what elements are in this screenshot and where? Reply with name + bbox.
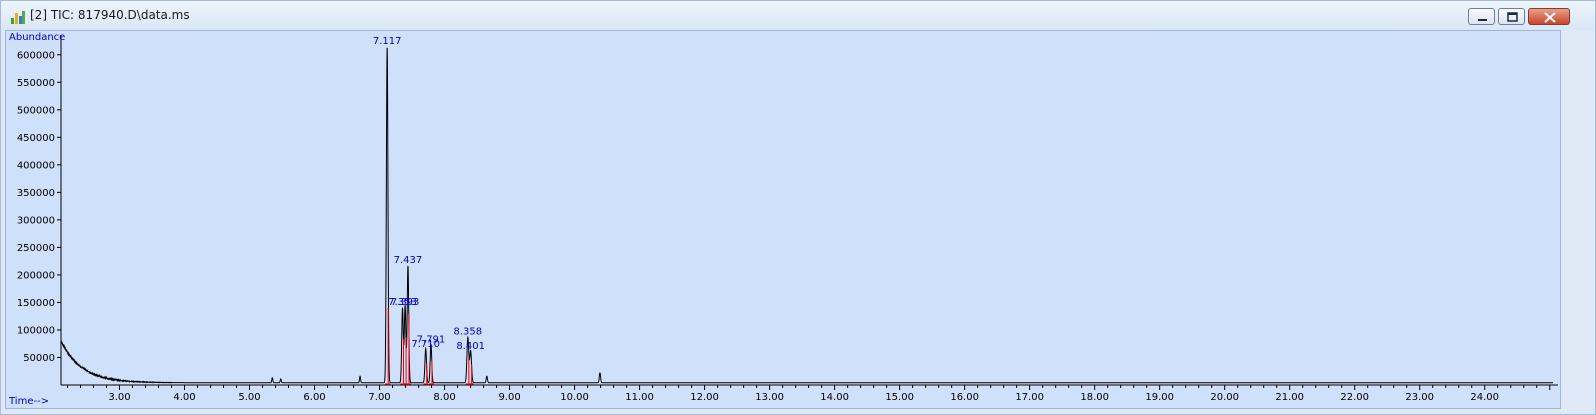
chromatogram-window: [2] TIC: 817940.D\data.ms Abundance Time-… [0, 0, 1596, 415]
close-button[interactable] [1528, 8, 1570, 25]
peak-label: 7.437 [394, 255, 423, 266]
title-bar[interactable]: [2] TIC: 817940.D\data.ms [1, 1, 1595, 31]
y-tick-label: 100000 [17, 325, 55, 336]
y-tick-label: 200000 [17, 270, 55, 281]
y-tick-label: 500000 [17, 105, 55, 116]
x-tick-label: 11.00 [625, 392, 654, 403]
tic-trace [60, 47, 1553, 384]
peak-label: 7.710 [411, 339, 440, 350]
y-tick-label: 450000 [17, 133, 55, 144]
minimize-icon [1478, 19, 1487, 21]
x-tick-label: 9.00 [498, 392, 520, 403]
y-tick-label: 600000 [17, 50, 55, 61]
x-tick-label: 18.00 [1080, 392, 1109, 403]
x-tick-label: 19.00 [1145, 392, 1174, 403]
chromatogram-plot-area[interactable]: Abundance Time--> 50000 100000 150000 200000 2… [5, 30, 1561, 409]
x-tick-label: 15.00 [885, 392, 914, 403]
x-tick-label: 4.00 [173, 392, 195, 403]
chromatogram-app-icon [11, 11, 25, 24]
x-tick-label: 21.00 [1275, 392, 1304, 403]
x-tick-label: 7.00 [368, 392, 390, 403]
y-tick-label: 50000 [23, 353, 55, 364]
x-tick-label: 12.00 [690, 392, 719, 403]
y-axis-label: Abundance [9, 32, 65, 43]
x-tick-label: 22.00 [1340, 392, 1369, 403]
x-tick-label: 14.00 [820, 392, 849, 403]
x-tick-label: 10.00 [560, 392, 589, 403]
y-tick-label: 550000 [17, 78, 55, 89]
y-tick-label: 300000 [17, 215, 55, 226]
x-tick-label: 8.00 [433, 392, 455, 403]
minimize-button[interactable] [1468, 8, 1495, 25]
peak-label: 7.353 [388, 297, 417, 308]
y-tick-label: 350000 [17, 188, 55, 199]
x-tick-label: 23.00 [1405, 392, 1434, 403]
y-tick-label: 250000 [17, 243, 55, 254]
y-tick-label: 150000 [17, 298, 55, 309]
window-right-edge [1561, 30, 1595, 409]
peak-label: 7.117 [373, 36, 402, 47]
x-tick-label: 20.00 [1210, 392, 1239, 403]
x-tick-label: 17.00 [1015, 392, 1044, 403]
x-tick-label: 24.00 [1470, 392, 1499, 403]
close-icon [1544, 12, 1556, 23]
x-axis-label: Time--> [8, 396, 49, 407]
maximize-button[interactable] [1498, 8, 1525, 25]
window-title: [2] TIC: 817940.D\data.ms [30, 8, 190, 22]
x-tick-label: 5.00 [238, 392, 260, 403]
x-tick-label: 6.00 [303, 392, 325, 403]
peak-label: 8.401 [456, 341, 485, 352]
x-tick-label: 3.00 [108, 392, 130, 403]
x-tick-label: 13.00 [755, 392, 784, 403]
tic-chart: Abundance Time--> 50000 100000 150000 200000 2… [8, 32, 1558, 407]
y-tick-label: 400000 [17, 160, 55, 171]
peak-label: 8.358 [454, 326, 483, 337]
maximize-icon [1507, 12, 1518, 22]
x-tick-label: 16.00 [950, 392, 979, 403]
